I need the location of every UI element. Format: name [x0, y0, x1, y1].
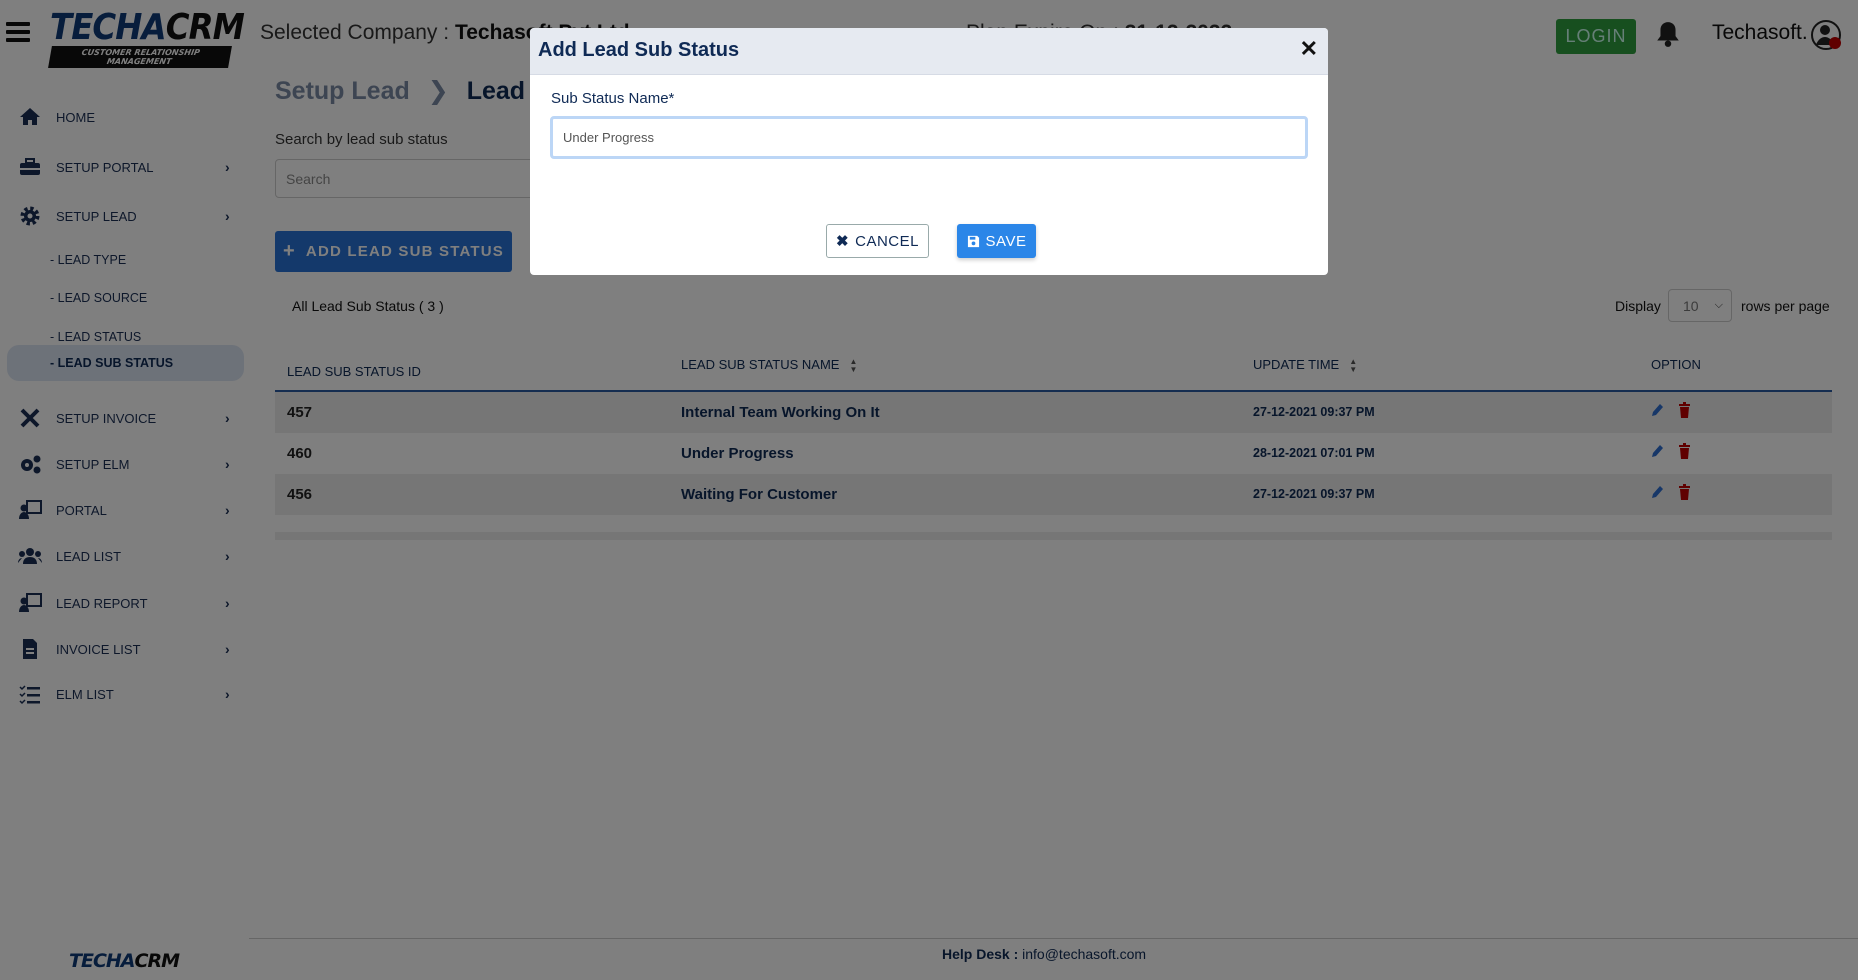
- close-icon[interactable]: ✕: [1300, 36, 1318, 62]
- sub-status-name-input[interactable]: [550, 116, 1308, 159]
- floppy-disk-icon: [967, 235, 979, 247]
- add-lead-sub-status-modal: Add Lead Sub Status ✕ Sub Status Name* ✖…: [530, 28, 1328, 275]
- close-icon: ✖: [836, 233, 850, 250]
- save-button[interactable]: SAVE: [957, 224, 1036, 258]
- cancel-button[interactable]: ✖ CANCEL: [826, 224, 929, 258]
- modal-title: Add Lead Sub Status: [538, 39, 740, 61]
- modal-header: Add Lead Sub Status ✕: [530, 28, 1328, 75]
- sub-status-name-label: Sub Status Name*: [551, 90, 675, 107]
